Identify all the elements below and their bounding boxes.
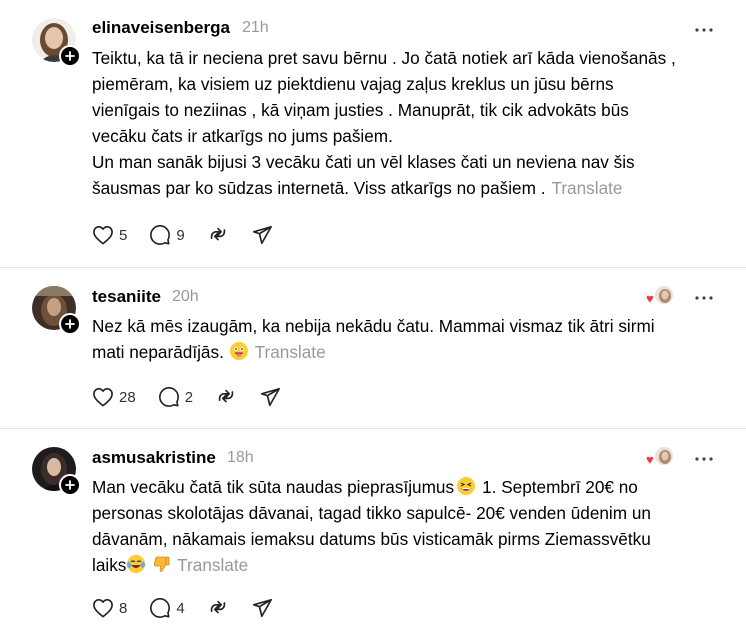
more-options-icon[interactable] — [694, 20, 714, 40]
like-count: 5 — [119, 226, 128, 244]
more-options-icon[interactable] — [694, 288, 714, 308]
post-text-segment: mati neparādījās. — [92, 342, 224, 362]
send-paper-plane-icon — [260, 387, 281, 407]
post-username[interactable]: elinaveisenberga — [92, 18, 230, 38]
post-text-segment: šausmas par ko sūdzas internetā. Viss at… — [92, 178, 546, 198]
liked-heart-icon: ♥ — [646, 452, 654, 467]
liker-avatar — [654, 446, 674, 466]
post-text-line: mati neparādījās. Translate — [92, 339, 722, 365]
liker-avatar — [654, 285, 674, 305]
post-text-line: vecāku čats ir atkarīgs no jums pašiem. — [92, 126, 393, 146]
post-time[interactable]: 18h — [227, 449, 254, 467]
post-text: Man vecāku čatā tik sūta naudas pieprasī… — [92, 474, 722, 578]
repost-button[interactable] — [215, 385, 237, 409]
heart-outline-icon — [93, 226, 113, 245]
thumbs-down-emoji — [151, 554, 171, 574]
post-text-line: laiks Translate — [92, 552, 722, 578]
like-count: 8 — [119, 599, 128, 617]
reply-count: 9 — [176, 226, 185, 244]
post-actions: 5 9 — [92, 223, 295, 247]
liked-by-author: ♥ — [646, 285, 674, 309]
reply-button[interactable]: 4 — [149, 596, 185, 620]
comment-bubble-icon — [150, 598, 171, 618]
heart-outline-icon — [93, 388, 113, 407]
like-button[interactable]: 28 — [92, 385, 136, 409]
post-text-line: vienīgais to neziinas , kā viņam justies… — [92, 100, 629, 120]
translate-link[interactable]: Translate — [177, 555, 248, 575]
share-button[interactable] — [251, 223, 273, 247]
avatar[interactable] — [32, 286, 81, 335]
send-paper-plane-icon — [252, 598, 272, 618]
like-count: 28 — [119, 388, 136, 406]
grinning-tongue-emoji — [229, 341, 249, 361]
post-text-line: Un man sanāk bijusi 3 vecāku čati un vēl… — [92, 152, 635, 172]
post-text-line: Teiktu, ka tā ir neciena pret savu bērnu… — [92, 48, 676, 68]
avatar[interactable] — [32, 447, 81, 496]
thread-post: tesaniite 20h ♥ Nez kā mēs izaugām, ka n… — [0, 268, 746, 429]
repost-arrows-icon — [210, 600, 225, 614]
repost-arrows-icon — [218, 389, 234, 403]
like-button[interactable]: 5 — [92, 223, 127, 247]
post-actions: 8 4 — [92, 596, 295, 620]
post-text-segment: 1. Septembrī 20€ no — [482, 477, 638, 497]
post-text-line: Man vecāku čatā tik sūta naudas pieprasī… — [92, 474, 722, 500]
post-text: Teiktu, ka tā ir neciena pret savu bērnu… — [92, 45, 722, 201]
grinning-squint-emoji — [456, 476, 476, 496]
follow-plus-icon[interactable] — [59, 45, 81, 67]
tears-of-joy-emoji — [126, 554, 146, 574]
post-text-segment: laiks — [92, 555, 127, 575]
repost-button[interactable] — [207, 223, 229, 247]
reply-button[interactable]: 2 — [158, 385, 193, 409]
translate-link[interactable]: Translate — [255, 342, 326, 362]
post-time[interactable]: 20h — [172, 288, 199, 306]
post-text-line: šausmas par ko sūdzas internetā. Viss at… — [92, 175, 722, 201]
post-text-line: piemēram, ka visiem uz piektdienu vajag … — [92, 74, 614, 94]
post-text-line: Nez kā mēs izaugām, ka nebija nekādu čat… — [92, 316, 655, 336]
comment-bubble-icon — [158, 387, 179, 407]
avatar[interactable] — [32, 18, 81, 67]
like-button[interactable]: 8 — [92, 596, 127, 620]
translate-link[interactable]: Translate — [551, 178, 622, 198]
post-text-line: personas skolotājas dāvanai, tagad tikko… — [92, 503, 651, 523]
reply-button[interactable]: 9 — [149, 223, 185, 247]
send-paper-plane-icon — [252, 225, 272, 245]
liked-by-author: ♥ — [646, 446, 674, 470]
share-button[interactable] — [251, 596, 273, 620]
post-time[interactable]: 21h — [242, 19, 269, 37]
thread-post: elinaveisenberga 21h Teiktu, ka tā ir ne… — [0, 0, 746, 268]
more-options-icon[interactable] — [694, 449, 714, 469]
comment-bubble-icon — [150, 225, 171, 245]
thread-post: asmusakristine 18h ♥ Man vecāku čatā tik… — [0, 429, 746, 637]
post-text-line: dāvanām, nākamais iemaksu datums būs vis… — [92, 529, 651, 549]
post-text-segment: Man vecāku čatā tik sūta naudas pieprasī… — [92, 477, 455, 497]
reply-count: 4 — [176, 599, 185, 617]
follow-plus-icon[interactable] — [59, 313, 81, 335]
post-text: Nez kā mēs izaugām, ka nebija nekādu čat… — [92, 313, 722, 365]
reply-count: 2 — [184, 388, 194, 406]
liked-heart-icon: ♥ — [646, 291, 654, 306]
follow-plus-icon[interactable] — [59, 474, 81, 496]
heart-outline-icon — [93, 599, 113, 618]
post-username[interactable]: tesaniite — [92, 287, 161, 307]
repost-button[interactable] — [207, 596, 229, 620]
share-button[interactable] — [259, 385, 281, 409]
repost-arrows-icon — [210, 227, 225, 241]
post-actions: 28 2 — [92, 385, 303, 409]
post-username[interactable]: asmusakristine — [92, 448, 216, 468]
